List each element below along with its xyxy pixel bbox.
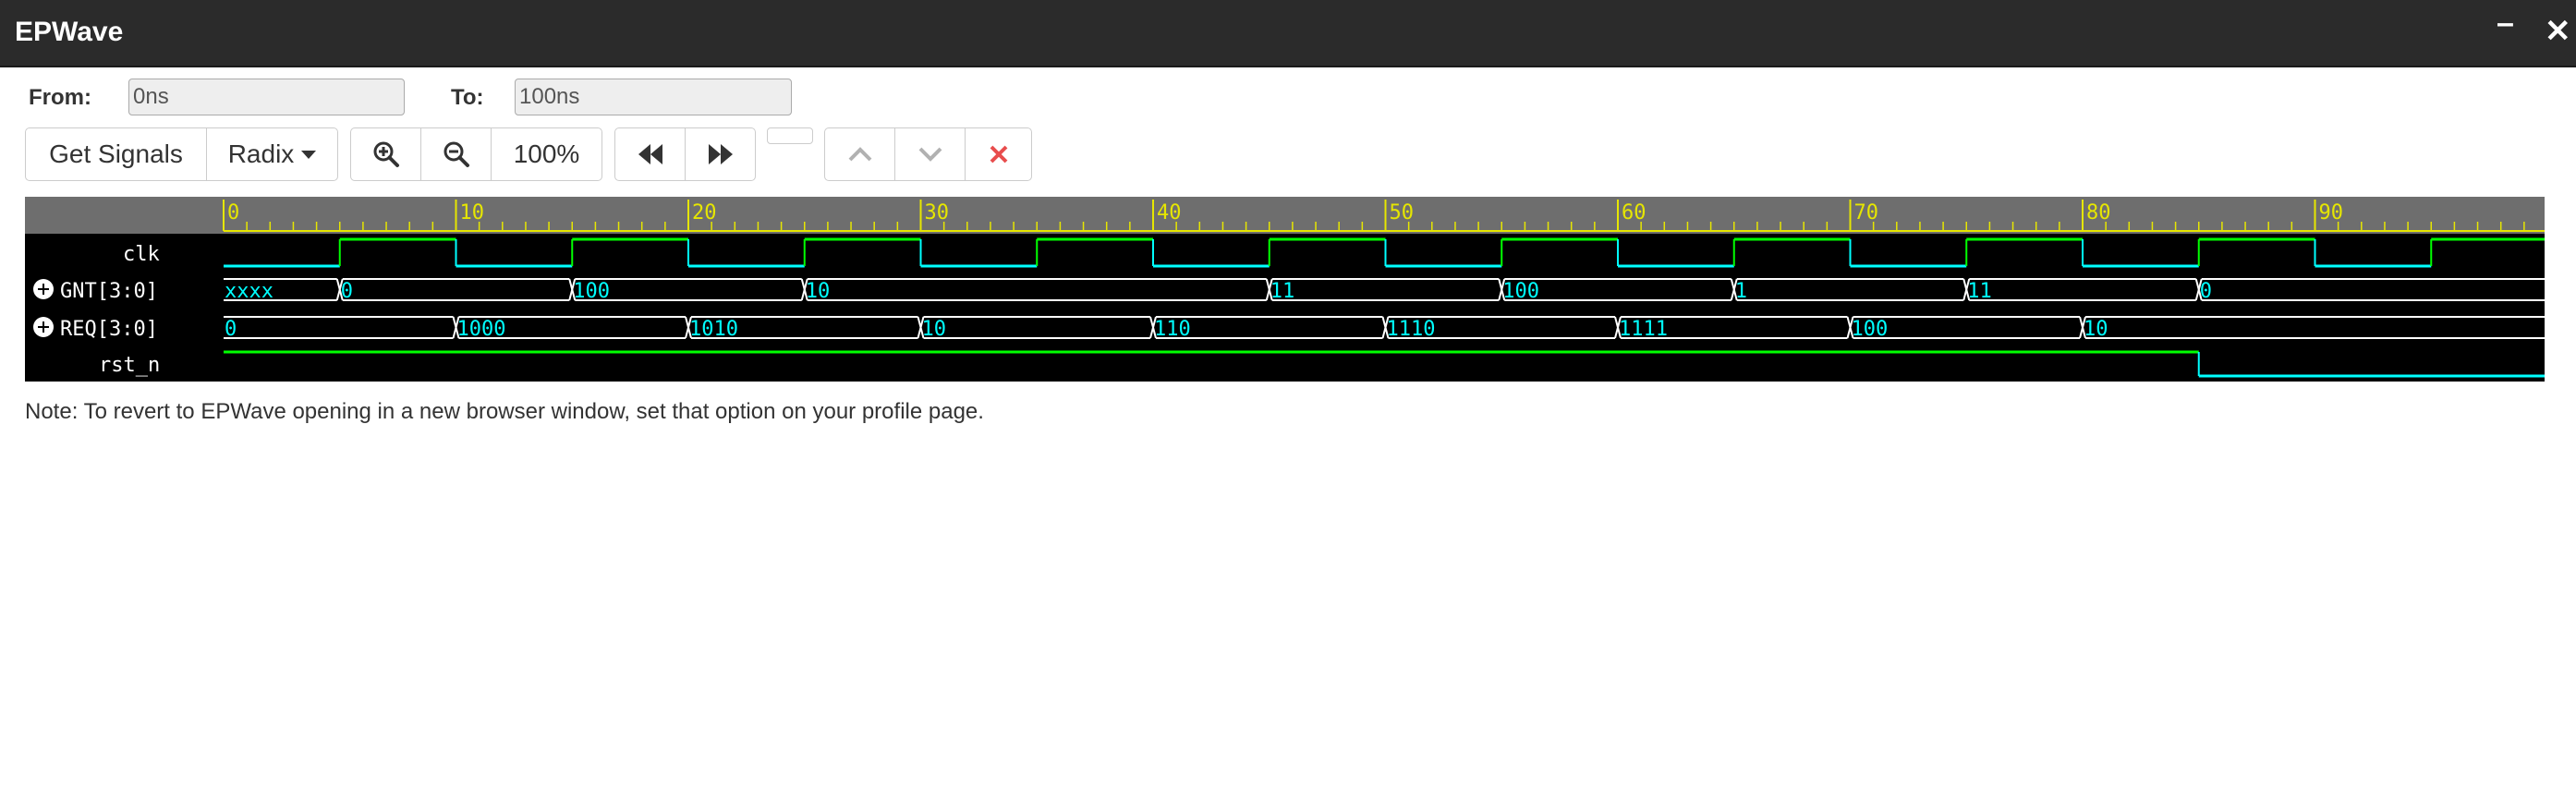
ruler-tick-label: 60 <box>1622 201 1646 224</box>
zoom-out-button[interactable] <box>420 127 492 181</box>
move-up-button[interactable] <box>824 127 895 181</box>
ruler-tick-label: 90 <box>2319 201 2344 224</box>
ruler-tick-label: 0 <box>227 201 239 224</box>
zoom-level-button[interactable]: 100% <box>491 127 602 181</box>
zoom-out-icon <box>444 141 469 167</box>
navigate-group <box>614 127 756 181</box>
bus-value-label: 100 <box>573 280 610 303</box>
bus-value-label: 0 <box>2200 280 2212 303</box>
bus-value-label: 1 <box>1735 280 1747 303</box>
rewind-icon <box>638 144 662 164</box>
ruler-tick-label: 70 <box>1854 201 1879 224</box>
zoom-level: 100% <box>513 139 580 168</box>
from-label: From: <box>29 85 91 110</box>
fast-forward-icon <box>708 144 733 164</box>
radix-label: Radix <box>227 139 295 168</box>
to-label: To: <box>451 85 484 110</box>
bus-value-label: 0 <box>341 280 353 303</box>
bus-value-label: 10 <box>806 280 831 303</box>
waveform-viewer[interactable]: clk GNT[3:0] REQ[3:0] rst_n 0 10 20 30 40 50 6… <box>25 197 2545 382</box>
zoom-group: 100% <box>350 127 602 181</box>
ruler-tick-label: 40 <box>1157 201 1182 224</box>
zoom-in-icon <box>373 141 399 167</box>
ruler-tick-label: 20 <box>692 201 717 224</box>
bus-value-label: 110 <box>1154 318 1191 341</box>
bus-value-label: 1010 <box>689 318 738 341</box>
bus-value-label: 1110 <box>1387 318 1436 341</box>
radix-dropdown[interactable]: Radix <box>206 127 338 181</box>
fast-forward-button[interactable] <box>685 127 756 181</box>
bus-value-label: 10 <box>922 318 947 341</box>
bus-value-label: 0 <box>225 318 237 341</box>
from-input[interactable] <box>128 79 405 115</box>
signals-group: Get Signals Radix <box>25 127 338 181</box>
ruler-tick-label: 10 <box>460 201 485 224</box>
signal-order-group <box>824 127 1032 181</box>
get-signals-button[interactable]: Get Signals <box>25 127 207 181</box>
bus-value-label: 100 <box>1502 280 1539 303</box>
bus-value-label: 100 <box>1852 318 1889 341</box>
remove-icon <box>990 145 1007 164</box>
ruler-tick-label: 80 <box>2086 201 2111 224</box>
get-signals-label: Get Signals <box>49 139 183 168</box>
window-title: EPWave <box>15 17 124 47</box>
bus-value-label: 11 <box>1270 280 1295 303</box>
bus-value-label: 1111 <box>1619 318 1668 341</box>
bus-value-label: 1000 <box>457 318 506 341</box>
move-down-button[interactable] <box>894 127 966 181</box>
ruler-tick-label: 50 <box>1390 201 1415 224</box>
blank-button[interactable] <box>767 127 813 144</box>
chevron-up-icon <box>848 147 871 162</box>
close-icon[interactable]: ✕ <box>2545 13 2571 50</box>
ruler-tick-label: 30 <box>925 201 950 224</box>
rewind-button[interactable] <box>614 127 686 181</box>
minimize-icon[interactable]: – <box>2497 6 2514 42</box>
caret-down-icon <box>301 150 317 159</box>
bus-value-label: 11 <box>1967 280 1992 303</box>
profile-note: Note: To revert to EPWave opening in a n… <box>25 399 984 424</box>
zoom-in-button[interactable] <box>350 127 421 181</box>
waveform-canvas: 0 10 20 30 40 50 60 70 80 90xxxx 0 100 10 11 100 1 11 00 1… <box>223 200 2545 378</box>
bus-value-label: xxxx <box>225 280 273 303</box>
chevron-down-icon <box>918 147 942 162</box>
title-bar: EPWave – ✕ <box>0 0 2576 67</box>
remove-signal-button[interactable] <box>965 127 1032 181</box>
bus-value-label: 10 <box>2084 318 2108 341</box>
to-input[interactable] <box>515 79 792 115</box>
